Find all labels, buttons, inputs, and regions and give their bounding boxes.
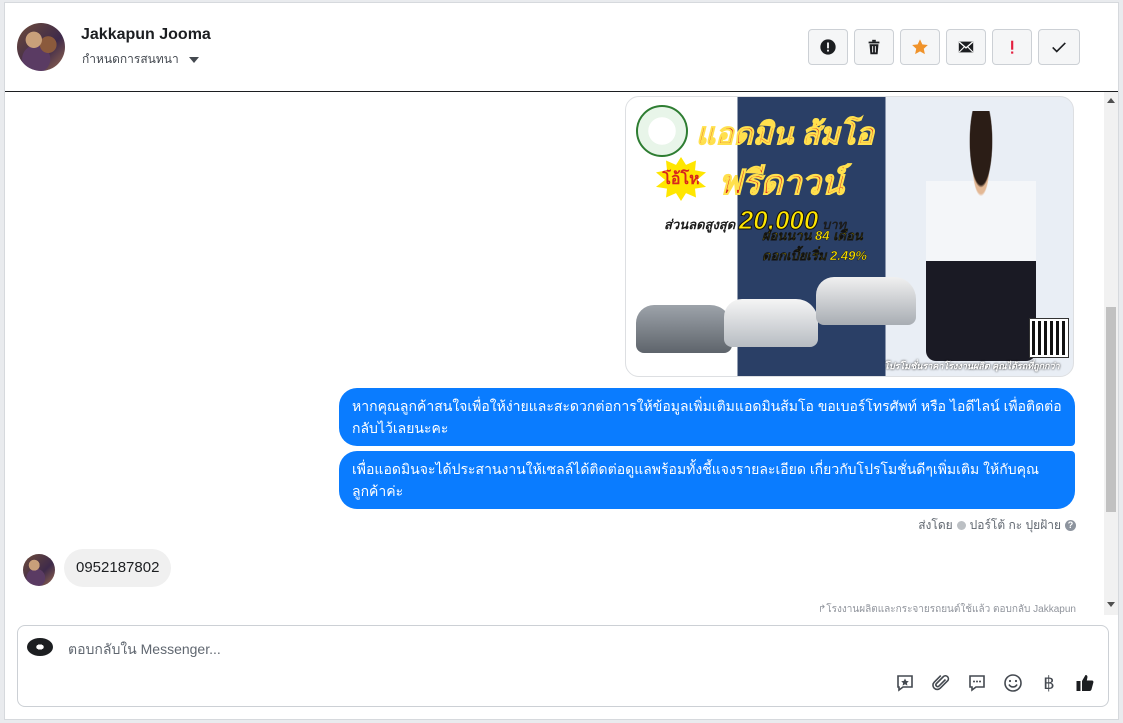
contact-avatar[interactable]: [17, 23, 65, 71]
mark-unread-button[interactable]: [946, 29, 986, 65]
check-icon: [1052, 42, 1066, 53]
message-template-button[interactable]: [966, 672, 988, 694]
alert-circle-icon: [820, 39, 836, 55]
thumbs-up-icon: [1076, 675, 1094, 691]
conversation-panel: Jakkapun Jooma กำหนดการสนทนา แอดมิน ส้มโ…: [4, 2, 1119, 720]
promo-installment: ผ่อนนาน 84 เดือน: [762, 228, 863, 243]
sender-dot-icon: [956, 521, 966, 530]
outgoing-message[interactable]: เพื่อแอดมินจะได้ประสานงานให้เซลล์ได้ติดต…: [339, 451, 1075, 509]
car-image: [636, 305, 732, 353]
emoji-icon: [1004, 674, 1022, 692]
like-button[interactable]: [1074, 672, 1096, 694]
composer-toolbar: ฿: [894, 672, 1096, 694]
promo-footer: โปรโมชั่นราคาโรงงานผลิต คุณได้รถที่ถูกกว…: [884, 361, 1060, 371]
help-icon[interactable]: ?: [1065, 520, 1076, 531]
scrollbar[interactable]: [1104, 92, 1118, 615]
emoji-button[interactable]: [1002, 672, 1024, 694]
conversation-header: Jakkapun Jooma กำหนดการสนทนา: [5, 3, 1118, 92]
contact-name[interactable]: Jakkapun Jooma: [81, 26, 211, 44]
promo-badge: โอ้โห: [656, 157, 706, 201]
assign-label: กำหนดการสนทนา: [82, 52, 179, 66]
promo-free-down: ฟรีดาวน์: [718, 164, 845, 203]
done-button[interactable]: [1038, 29, 1080, 65]
outgoing-message[interactable]: หากคุณลูกค้าสนใจเพื่อให้ง่ายและสะดวกต่อก…: [339, 388, 1075, 446]
star-icon: [912, 39, 928, 55]
spam-button[interactable]: [808, 29, 848, 65]
company-logo: [636, 105, 688, 157]
baht-icon: ฿: [1043, 672, 1055, 693]
reply-composer: ฿: [17, 625, 1109, 707]
attachment-icon: [932, 675, 950, 691]
reply-input[interactable]: [66, 636, 670, 662]
header-actions: [808, 29, 1080, 65]
presenter-image: [926, 111, 1036, 361]
sent-by-name: ปอร์โต้ กะ ปุยฝ้าย: [969, 518, 1061, 532]
scrollbar-thumb[interactable]: [1106, 307, 1116, 512]
truck-image: [724, 299, 818, 347]
saved-reply-button[interactable]: [894, 672, 916, 694]
assign-conversation-dropdown[interactable]: กำหนดการสนทนา: [82, 50, 199, 69]
scroll-down-arrow-icon[interactable]: [1107, 602, 1115, 607]
scroll-up-arrow-icon[interactable]: [1107, 98, 1115, 103]
page-avatar: [27, 638, 53, 656]
promo-interest: ดอกเบี้ยเริ่ม 2.49%: [762, 248, 867, 263]
reply-note: ↱โรงงานผลิตและกระจายรถยนต์ใช้แล้ว ตอบกลั…: [817, 604, 1076, 615]
important-button[interactable]: [992, 29, 1032, 65]
promo-image-message[interactable]: แอดมิน ส้มโอ โอ้โห ฟรีดาวน์ ส่วนลดสูงสุด…: [625, 96, 1074, 377]
saved-reply-icon: [897, 675, 913, 692]
payment-button[interactable]: ฿: [1038, 672, 1060, 694]
envelope-icon: [958, 41, 974, 53]
trash-icon: [868, 39, 880, 55]
caret-down-icon: [188, 56, 199, 63]
delete-button[interactable]: [854, 29, 894, 65]
exclamation-icon: [1011, 40, 1014, 54]
promo-headline: แอดมิน ส้มโอ: [696, 118, 875, 152]
incoming-message[interactable]: 0952187802: [64, 549, 172, 587]
truck-image: [816, 277, 916, 325]
message-thread[interactable]: แอดมิน ส้มโอ โอ้โห ฟรีดาวน์ ส่วนลดสูงสุด…: [5, 92, 1118, 615]
star-button[interactable]: [900, 29, 940, 65]
contact-avatar-small[interactable]: [23, 554, 55, 586]
attach-button[interactable]: [930, 672, 952, 694]
discount-prefix: ส่วนลดสูงสุด: [664, 217, 736, 232]
chat-bubble-icon: [969, 675, 985, 692]
qr-code-icon: [1030, 319, 1068, 357]
sent-by-info: ส่งโดย ปอร์โต้ กะ ปุยฝ้าย ?: [918, 516, 1076, 535]
sent-by-label: ส่งโดย: [918, 518, 953, 532]
